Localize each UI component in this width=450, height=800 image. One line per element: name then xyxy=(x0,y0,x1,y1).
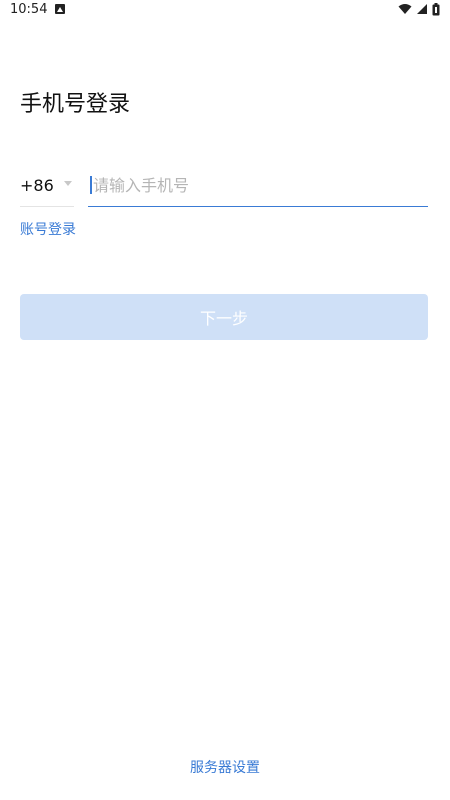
cellular-signal-icon xyxy=(417,4,427,14)
country-code-label: +86 xyxy=(20,175,54,195)
status-time: 10:54 xyxy=(10,1,48,17)
page-title: 手机号登录 xyxy=(20,92,131,117)
phone-input-row: +86 xyxy=(20,164,428,207)
battery-icon xyxy=(432,2,440,15)
country-code-selector[interactable]: +86 xyxy=(20,164,74,207)
account-login-link[interactable]: 账号登录 xyxy=(20,219,76,239)
status-bar: 10:54 xyxy=(0,0,450,18)
status-right xyxy=(398,2,440,16)
next-step-button[interactable]: 下一步 xyxy=(20,294,428,340)
login-screen: 10:54 手机号登录 +86 账号登录 下一步 xyxy=(0,0,450,800)
server-settings-link[interactable]: 服务器设置 xyxy=(0,757,450,777)
chevron-down-icon xyxy=(64,181,72,186)
phone-input-wrapper xyxy=(88,164,428,207)
notification-icon xyxy=(55,4,66,14)
phone-number-input[interactable] xyxy=(92,175,393,195)
status-left: 10:54 xyxy=(10,1,66,17)
wifi-icon xyxy=(398,4,412,14)
